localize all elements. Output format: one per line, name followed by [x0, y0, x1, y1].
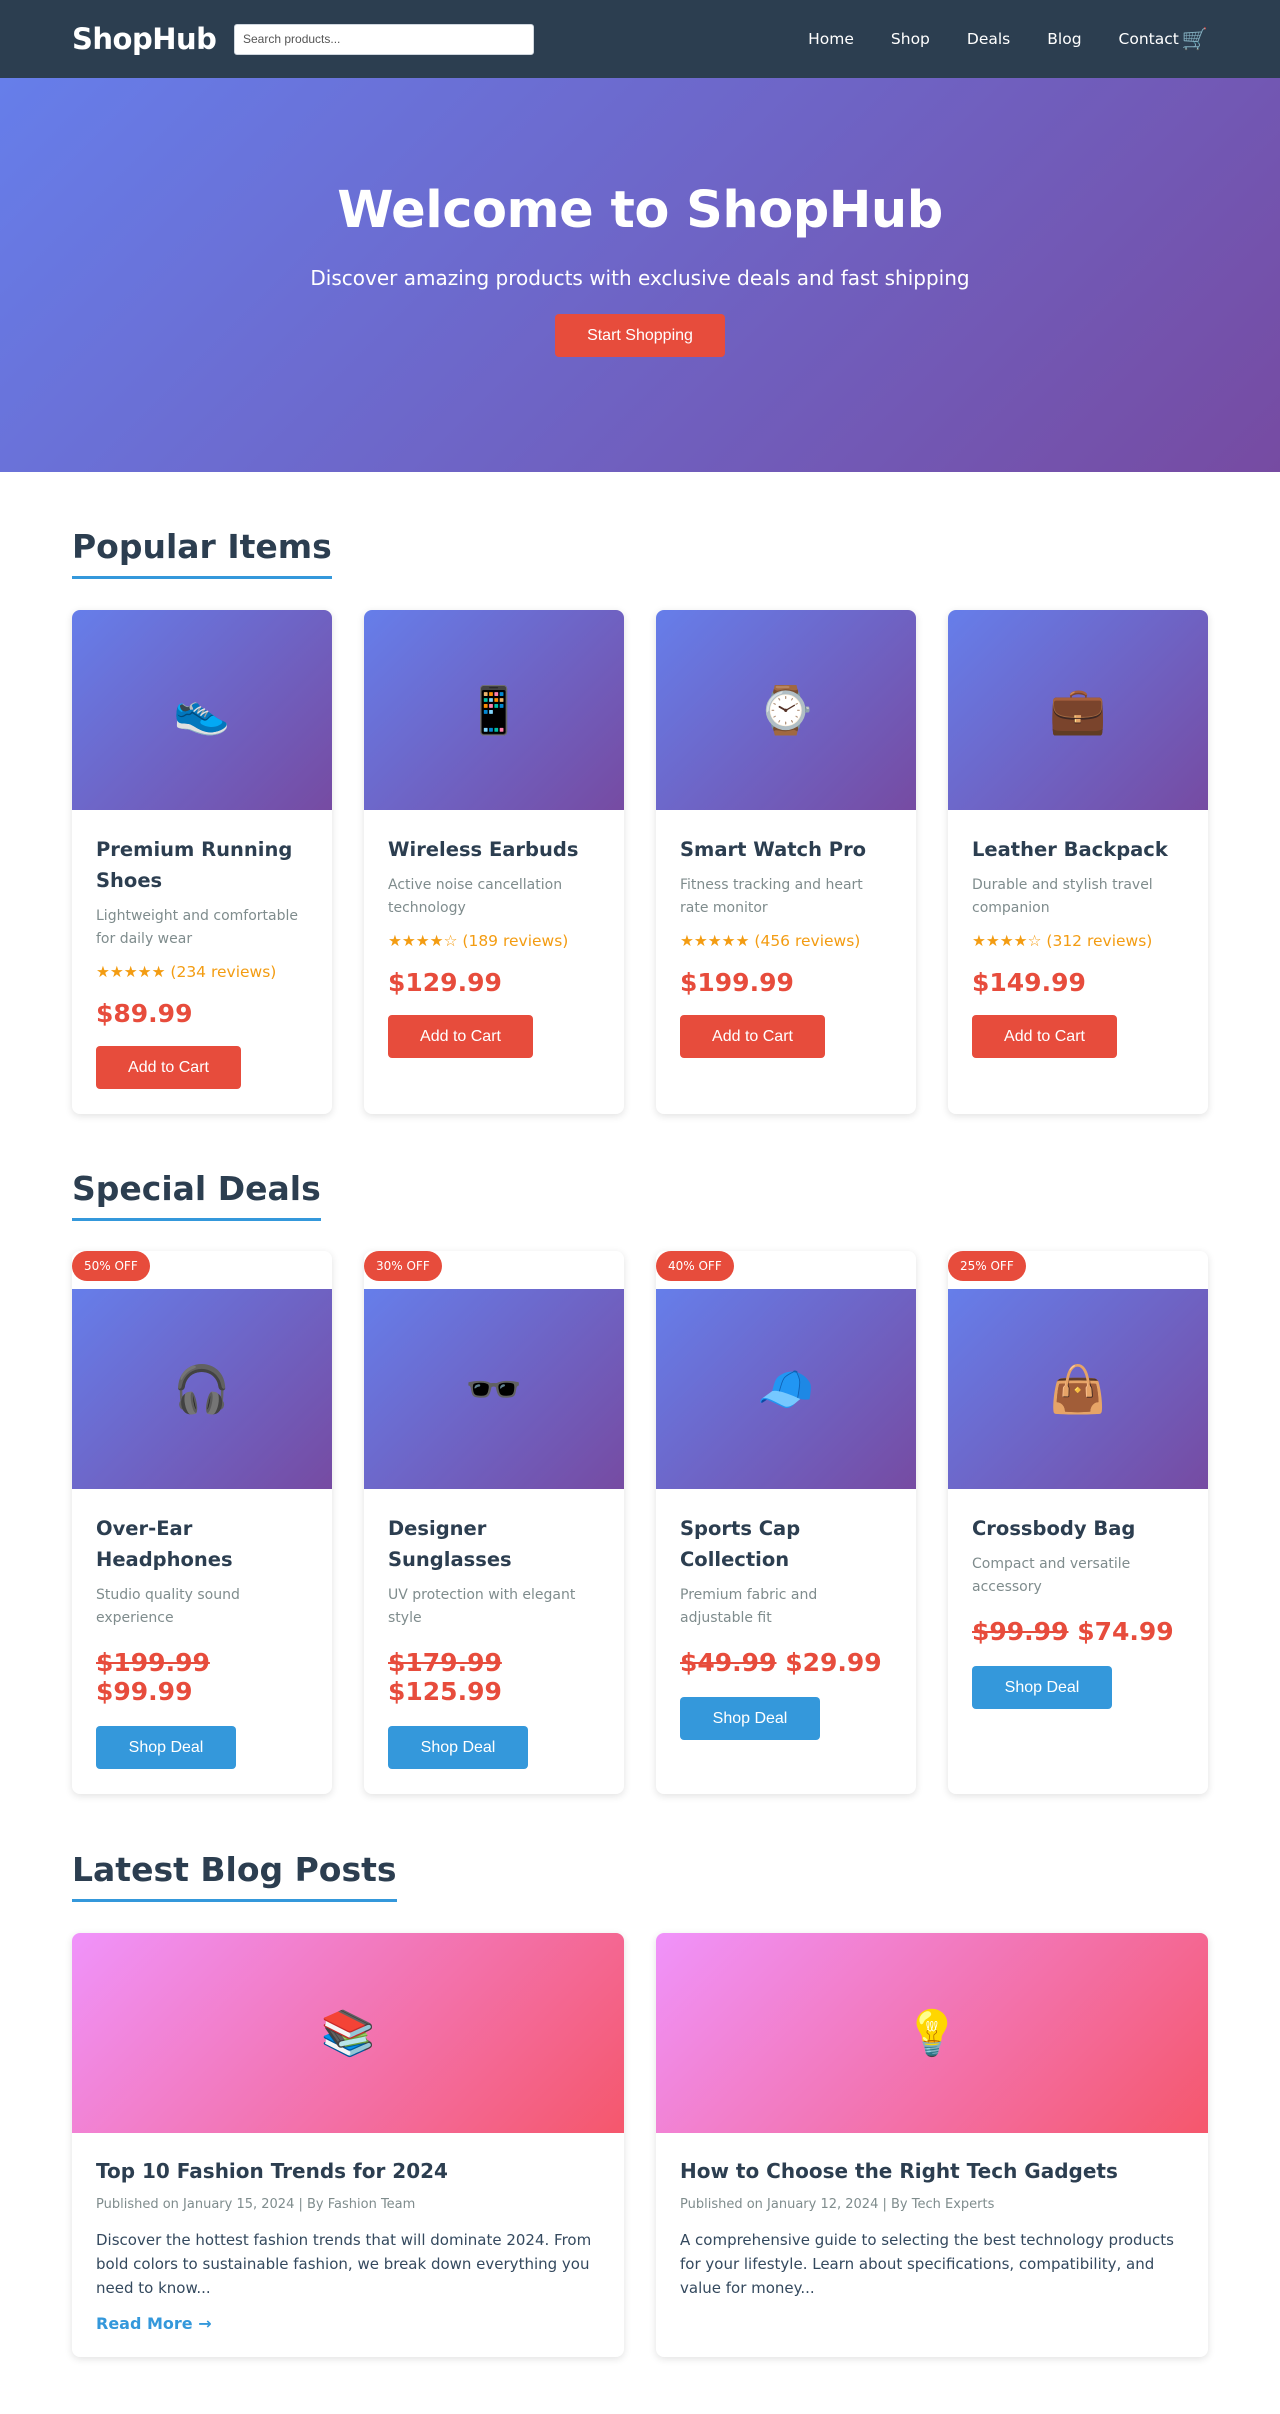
discount-badge: 30% OFF	[364, 1251, 442, 1281]
sale-price: $125.99	[388, 1677, 502, 1706]
shop-deal-button[interactable]: Shop Deal	[972, 1666, 1112, 1709]
deals-grid: 50% OFF 🎧 Over-Ear Headphones Studio qua…	[72, 1251, 1208, 1794]
phone-icon: 📱	[364, 610, 624, 810]
section-title: Special Deals	[72, 1169, 321, 1221]
add-to-cart-button[interactable]: Add to Cart	[972, 1015, 1117, 1058]
headphones-icon: 🎧	[72, 1289, 332, 1489]
section-title: Popular Items	[72, 527, 332, 579]
blog-excerpt: A comprehensive guide to selecting the b…	[680, 2231, 1174, 2297]
deal-price: $49.99 $29.99	[680, 1648, 892, 1677]
watch-icon: ⌚	[656, 610, 916, 810]
deal-card[interactable]: 25% OFF 👜 Crossbody Bag Compact and vers…	[948, 1251, 1208, 1794]
product-rating: ★★★★☆ (312 reviews)	[972, 932, 1153, 950]
shop-deal-button[interactable]: Shop Deal	[96, 1726, 236, 1769]
blog-section: Latest Blog Posts 📚 Top 10 Fashion Trend…	[0, 1794, 1280, 2357]
product-name: Wireless Earbuds	[388, 838, 579, 861]
blog-card[interactable]: 💡 How to Choose the Right Tech Gadgets P…	[656, 1933, 1208, 2357]
deal-description: Studio quality sound experience	[96, 1587, 240, 1626]
deal-price: $179.99 $125.99	[388, 1648, 600, 1706]
original-price: $49.99	[680, 1648, 777, 1677]
deal-name: Crossbody Bag	[972, 1517, 1136, 1540]
deal-name: Sports Cap Collection	[680, 1517, 801, 1571]
add-to-cart-button[interactable]: Add to Cart	[388, 1015, 533, 1058]
deal-name: Over-Ear Headphones	[96, 1517, 233, 1571]
product-description: Durable and stylish travel companion	[972, 877, 1153, 916]
read-more-link[interactable]: Read More →	[96, 2314, 212, 2333]
cart-icon[interactable]: 🛒	[1182, 28, 1208, 50]
original-price: $99.99	[972, 1617, 1069, 1646]
deal-description: Compact and versatile accessory	[972, 1556, 1131, 1595]
running-shoe-icon: 👟	[72, 610, 332, 810]
hero-title: Welcome to ShopHub	[337, 181, 943, 240]
blog-meta: Published on January 15, 2024 | By Fashi…	[96, 2197, 416, 2212]
product-rating: ★★★★★ (234 reviews)	[96, 963, 277, 981]
handbag-icon: 👜	[948, 1289, 1208, 1489]
deal-price: $99.99 $74.99	[972, 1617, 1184, 1646]
nav-contact[interactable]: Contact	[1119, 30, 1179, 48]
product-rating: ★★★★★ (456 reviews)	[680, 932, 861, 950]
product-price: $149.99	[972, 968, 1086, 997]
blog-grid: 📚 Top 10 Fashion Trends for 2024 Publish…	[72, 1933, 1208, 2357]
nav-shop[interactable]: Shop	[891, 30, 930, 48]
add-to-cart-button[interactable]: Add to Cart	[96, 1046, 241, 1089]
deal-description: Premium fabric and adjustable fit	[680, 1587, 818, 1626]
popular-section: Popular Items 👟 Premium Running Shoes Li…	[0, 472, 1280, 1114]
lightbulb-icon: 💡	[656, 1933, 1208, 2133]
discount-badge: 25% OFF	[948, 1251, 1026, 1281]
blog-excerpt: Discover the hottest fashion trends that…	[96, 2231, 592, 2297]
blog-title[interactable]: Top 10 Fashion Trends for 2024	[96, 2159, 600, 2183]
search-input[interactable]	[234, 23, 534, 55]
nav-home[interactable]: Home	[808, 30, 854, 48]
deals-section: Special Deals 50% OFF 🎧 Over-Ear Headpho…	[0, 1114, 1280, 1794]
blog-title[interactable]: How to Choose the Right Tech Gadgets	[680, 2159, 1184, 2183]
product-description: Active noise cancellation technology	[388, 877, 563, 916]
nav-deals[interactable]: Deals	[967, 30, 1010, 48]
product-card[interactable]: 📱 Wireless Earbuds Active noise cancella…	[364, 610, 624, 1114]
sale-price: $29.99	[785, 1648, 882, 1677]
deal-description: UV protection with elegant style	[388, 1587, 576, 1626]
shop-deal-button[interactable]: Shop Deal	[388, 1726, 528, 1769]
deal-name: Designer Sunglasses	[388, 1517, 512, 1571]
shop-deal-button[interactable]: Shop Deal	[680, 1697, 820, 1740]
blog-meta: Published on January 12, 2024 | By Tech …	[680, 2197, 995, 2212]
product-card[interactable]: 👟 Premium Running Shoes Lightweight and …	[72, 610, 332, 1114]
original-price: $179.99	[388, 1648, 502, 1677]
sale-price: $74.99	[1077, 1617, 1174, 1646]
sale-price: $99.99	[96, 1677, 193, 1706]
product-name: Smart Watch Pro	[680, 838, 867, 861]
product-description: Fitness tracking and heart rate monitor	[680, 877, 863, 916]
deal-price: $199.99 $99.99	[96, 1648, 308, 1706]
main-nav: Home Shop Deals Blog Contact 🛒	[771, 28, 1208, 50]
product-name: Leather Backpack	[972, 838, 1168, 861]
product-price: $89.99	[96, 999, 193, 1028]
product-card[interactable]: 💼 Leather Backpack Durable and stylish t…	[948, 610, 1208, 1114]
product-card[interactable]: ⌚ Smart Watch Pro Fitness tracking and h…	[656, 610, 916, 1114]
discount-badge: 50% OFF	[72, 1251, 150, 1281]
deal-card[interactable]: 40% OFF 🧢 Sports Cap Collection Premium …	[656, 1251, 916, 1794]
briefcase-icon: 💼	[948, 610, 1208, 810]
discount-badge: 40% OFF	[656, 1251, 734, 1281]
hero-subtitle: Discover amazing products with exclusive…	[310, 266, 970, 290]
product-rating: ★★★★☆ (189 reviews)	[388, 932, 569, 950]
nav-blog[interactable]: Blog	[1047, 30, 1081, 48]
add-to-cart-button[interactable]: Add to Cart	[680, 1015, 825, 1058]
original-price: $199.99	[96, 1648, 210, 1677]
deal-card[interactable]: 30% OFF 🕶️ Designer Sunglasses UV protec…	[364, 1251, 624, 1794]
site-logo[interactable]: ShopHub	[72, 22, 234, 56]
product-name: Premium Running Shoes	[96, 838, 293, 892]
cap-icon: 🧢	[656, 1289, 916, 1489]
product-grid: 👟 Premium Running Shoes Lightweight and …	[72, 610, 1208, 1114]
site-header: ShopHub Home Shop Deals Blog Contact 🛒	[0, 0, 1280, 78]
product-price: $129.99	[388, 968, 502, 997]
start-shopping-button[interactable]: Start Shopping	[555, 314, 725, 357]
books-icon: 📚	[72, 1933, 624, 2133]
blog-card[interactable]: 📚 Top 10 Fashion Trends for 2024 Publish…	[72, 1933, 624, 2357]
product-price: $199.99	[680, 968, 794, 997]
deal-card[interactable]: 50% OFF 🎧 Over-Ear Headphones Studio qua…	[72, 1251, 332, 1794]
sunglasses-icon: 🕶️	[364, 1289, 624, 1489]
hero-banner: Welcome to ShopHub Discover amazing prod…	[0, 78, 1280, 472]
section-title: Latest Blog Posts	[72, 1850, 397, 1902]
product-description: Lightweight and comfortable for daily we…	[96, 908, 298, 947]
